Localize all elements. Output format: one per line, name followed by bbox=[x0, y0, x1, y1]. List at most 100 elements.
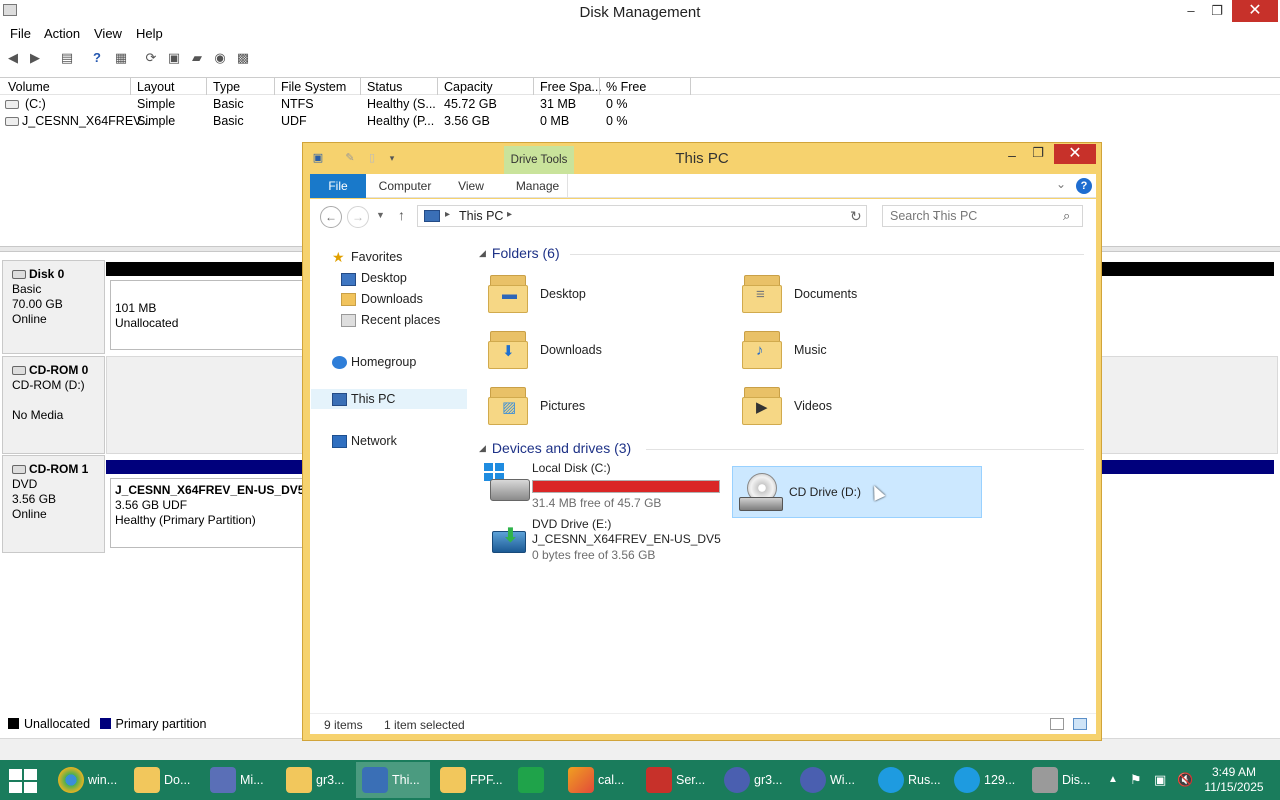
explorer-maximize-button[interactable]: ❐ bbox=[1026, 145, 1050, 163]
clock[interactable]: 3:49 AM 11/15/2025 bbox=[1198, 765, 1270, 795]
cdrom-0-label[interactable]: CD-ROM 0 CD-ROM (D:) No Media bbox=[2, 356, 105, 454]
menu-help[interactable]: Help bbox=[136, 26, 163, 41]
dm-minimize-button[interactable]: ‒ bbox=[1178, 0, 1204, 22]
taskbar-button-mi[interactable]: Mi... bbox=[204, 762, 276, 798]
search-disk-icon[interactable]: ◉ bbox=[211, 50, 229, 66]
back-button[interactable]: ← bbox=[320, 206, 342, 228]
taskbar-button-cal[interactable]: cal... bbox=[562, 762, 636, 798]
taskbar-button-chrome[interactable]: win... bbox=[52, 762, 124, 798]
taskbar-button-disk-management[interactable]: Dis... bbox=[1026, 762, 1100, 798]
dm-maximize-button[interactable]: ❐ bbox=[1204, 0, 1230, 22]
col-layout[interactable]: Layout bbox=[137, 80, 175, 94]
unallocated-partition[interactable]: 101 MB Unallocated bbox=[110, 280, 310, 350]
table-row[interactable]: (C:) Simple Basic NTFS Healthy (S... 45.… bbox=[0, 97, 700, 114]
flag-icon[interactable]: ⚑ bbox=[1130, 772, 1142, 788]
col-capacity[interactable]: Capacity bbox=[444, 80, 493, 94]
taskbar-button-folder-gr3[interactable]: gr3... bbox=[280, 762, 352, 798]
breadcrumb-this-pc[interactable]: This PC bbox=[459, 209, 503, 223]
help-icon[interactable]: ? bbox=[1076, 178, 1092, 194]
nav-favorites[interactable]: Favorites bbox=[351, 250, 402, 264]
explorer-minimize-button[interactable]: ‒ bbox=[1000, 147, 1024, 165]
nav-homegroup[interactable]: Homegroup bbox=[351, 355, 416, 369]
drive-local-disk-c[interactable]: Local Disk (C:) 31.4 MB free of 45.7 GB bbox=[480, 461, 730, 513]
folder-documents[interactable]: ≡ Documents bbox=[742, 269, 982, 319]
breadcrumb-arrow-icon[interactable]: ▸ bbox=[507, 209, 512, 220]
drives-group-header[interactable]: ◢ Devices and drives (3) bbox=[479, 440, 631, 456]
taskbar-button-this-pc[interactable]: Thi... bbox=[356, 762, 430, 798]
table-row[interactable]: J_CESNN_X64FREV... Simple Basic UDF Heal… bbox=[0, 114, 700, 131]
nav-desktop[interactable]: Desktop bbox=[361, 271, 407, 285]
taskbar-button-129[interactable]: 129... bbox=[948, 762, 1020, 798]
col-percent-free[interactable]: % Free bbox=[606, 80, 646, 94]
folder-videos[interactable]: ▶ Videos bbox=[742, 381, 982, 431]
col-status[interactable]: Status bbox=[367, 80, 402, 94]
network-icon[interactable]: ▣ bbox=[1154, 772, 1166, 788]
forward-arrow-icon[interactable]: ▶ bbox=[26, 50, 44, 66]
taskbar-button-folder-do[interactable]: Do... bbox=[128, 762, 200, 798]
nav-recent-places[interactable]: Recent places bbox=[361, 313, 440, 327]
cdrom-1-label[interactable]: CD-ROM 1 DVD 3.56 GB Online bbox=[2, 455, 105, 553]
taskbar-button-gr3-app[interactable]: gr3... bbox=[718, 762, 790, 798]
properties-icon[interactable]: ▤ bbox=[58, 50, 76, 66]
menu-view[interactable]: View bbox=[94, 26, 122, 41]
show-hidden-icons-icon[interactable]: ▲ bbox=[1108, 774, 1118, 785]
primary-partition[interactable]: J_CESNN_X64FREV_EN-US_DV5 (E 3.56 GB UDF… bbox=[110, 478, 310, 548]
col-free-space[interactable]: Free Spa... bbox=[540, 80, 602, 94]
breadcrumb-arrow-icon[interactable]: ▸ bbox=[445, 209, 450, 220]
help-icon[interactable]: ? bbox=[88, 50, 106, 66]
folders-group-header[interactable]: ◢ Folders (6) bbox=[479, 245, 560, 261]
rescan-icon[interactable]: ▣ bbox=[165, 50, 183, 66]
drive-dvd-e[interactable]: ⬇ DVD Drive (E:) J_CESNN_X64FREV_EN-US_D… bbox=[480, 517, 730, 567]
drive-cd-d[interactable]: CD Drive (D:) bbox=[732, 466, 982, 518]
homegroup-icon bbox=[332, 356, 347, 369]
folder-music[interactable]: ♪ Music bbox=[742, 325, 982, 375]
menu-action[interactable]: Action bbox=[44, 26, 80, 41]
folder-desktop[interactable]: ▬ Desktop bbox=[488, 269, 728, 319]
taskbar-label: Ser... bbox=[676, 773, 706, 787]
open-icon[interactable]: ▰ bbox=[188, 50, 206, 66]
pictures-icon: ▨ bbox=[488, 385, 530, 425]
forward-button[interactable]: → bbox=[347, 206, 369, 228]
tab-manage[interactable]: Manage bbox=[508, 174, 568, 198]
taskbar-button-wi[interactable]: Wi... bbox=[794, 762, 866, 798]
refresh-icon[interactable]: ↻ bbox=[850, 208, 862, 225]
nav-network[interactable]: Network bbox=[351, 434, 397, 448]
explorer-close-button[interactable]: ✕ bbox=[1054, 144, 1096, 164]
search-box[interactable]: ⌕ bbox=[882, 205, 1083, 227]
nav-downloads[interactable]: Downloads bbox=[361, 292, 423, 306]
col-type[interactable]: Type bbox=[213, 80, 240, 94]
nav-this-pc[interactable]: This PC bbox=[351, 392, 395, 406]
back-arrow-icon[interactable]: ◀ bbox=[4, 50, 22, 66]
settings-icon[interactable]: ▩ bbox=[234, 50, 252, 66]
taskbar-button-rus[interactable]: Rus... bbox=[872, 762, 944, 798]
folder-pictures[interactable]: ▨ Pictures bbox=[488, 381, 728, 431]
folder-downloads[interactable]: ⬇ Downloads bbox=[488, 325, 728, 375]
ribbon-expand-icon[interactable]: ⌄ bbox=[1056, 177, 1066, 191]
explorer-titlebar[interactable]: ▣ ✎ ▯ ▾ Drive Tools This PC ‒ ❐ ✕ bbox=[303, 143, 1101, 174]
taskbar-button-folder-fpf[interactable]: FPF... bbox=[434, 762, 506, 798]
col-file-system[interactable]: File System bbox=[281, 80, 346, 94]
taskbar-button-store[interactable] bbox=[512, 762, 556, 798]
start-button[interactable] bbox=[9, 769, 38, 793]
col-volume[interactable]: Volume bbox=[8, 80, 50, 94]
taskbar-button-ser[interactable]: Ser... bbox=[640, 762, 714, 798]
menu-file[interactable]: File bbox=[10, 26, 31, 41]
search-icon[interactable]: ⌕ bbox=[1063, 208, 1070, 224]
tab-view[interactable]: View bbox=[450, 174, 492, 198]
dm-close-button[interactable]: ✕ bbox=[1232, 0, 1278, 22]
downloads-icon bbox=[341, 293, 356, 306]
list-view-icon[interactable]: ▦ bbox=[112, 50, 130, 66]
tab-file[interactable]: File bbox=[310, 174, 366, 198]
cell-free-space: 31 MB bbox=[540, 97, 577, 111]
search-input[interactable] bbox=[883, 206, 1059, 226]
tab-computer[interactable]: Computer bbox=[372, 174, 438, 198]
recent-locations-icon[interactable]: ▼ bbox=[376, 210, 385, 220]
address-bar[interactable]: ▸ This PC ▸ ⌄ bbox=[417, 205, 940, 227]
volume-muted-icon[interactable]: 🔇 bbox=[1177, 772, 1193, 788]
refresh-icon[interactable]: ⟳ bbox=[142, 50, 160, 66]
cell-layout: Simple bbox=[137, 97, 176, 111]
details-view-icon[interactable] bbox=[1050, 718, 1064, 730]
large-icons-view-icon[interactable] bbox=[1073, 718, 1087, 730]
disk-0-label[interactable]: Disk 0 Basic 70.00 GB Online bbox=[2, 260, 105, 354]
up-arrow-icon[interactable]: ↑ bbox=[398, 207, 405, 223]
